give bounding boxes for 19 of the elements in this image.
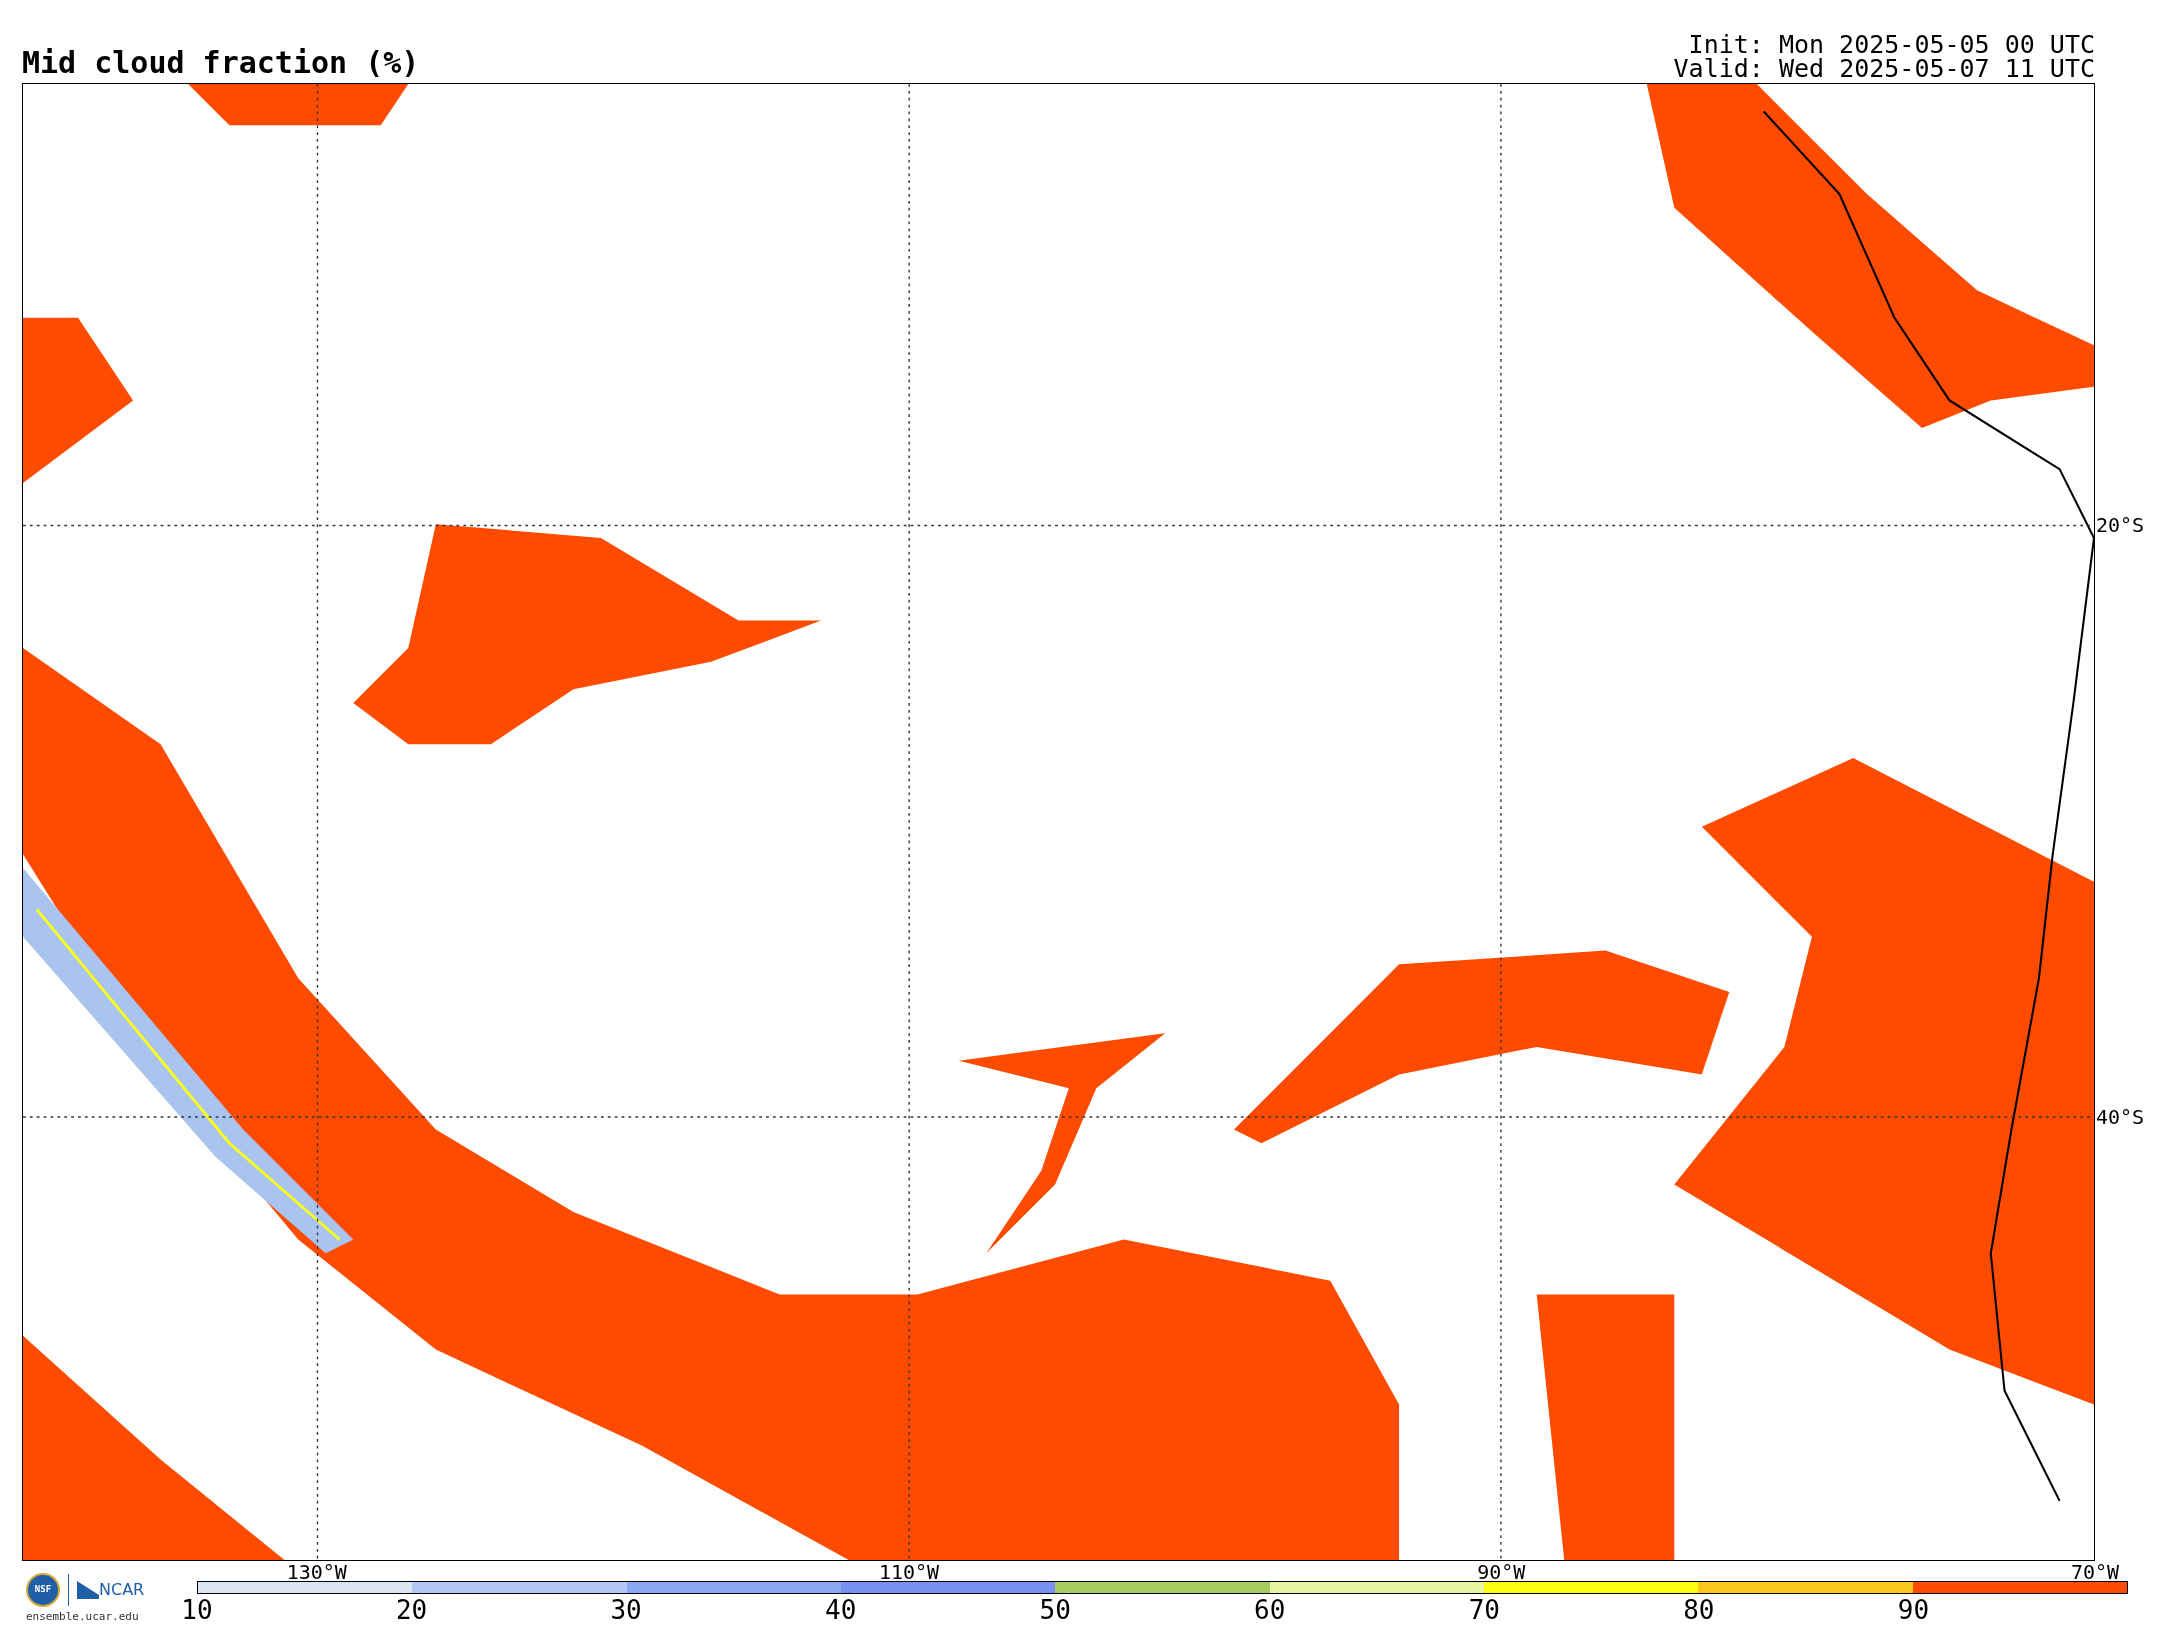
run-info-text: Init: Mon 2025-05-05 00 UTC xyxy=(1688,33,2095,57)
longitude-label: 90°W xyxy=(1477,1561,1526,1583)
longitude-label: 110°W xyxy=(878,1561,940,1583)
color-scale-label: 50 xyxy=(1039,1596,1071,1624)
longitude-label: 70°W xyxy=(2070,1561,2120,1583)
chart-title: Mid cloud fraction (%) xyxy=(22,45,420,81)
color-scale-label: 90 xyxy=(1897,1596,1930,1624)
run-info-text: Valid: Wed 2025-05-07 11 UTC xyxy=(1673,57,2095,81)
color-scale-label: 80 xyxy=(1683,1596,1715,1624)
color-scale-label: 40 xyxy=(825,1596,857,1624)
nsf-logo: NSF xyxy=(26,1573,60,1607)
color-scale-label: 60 xyxy=(1254,1596,1286,1624)
ncar-logo: NCAR xyxy=(77,1578,145,1602)
color-scale-label: 10 xyxy=(181,1596,213,1624)
color-scale-label: 20 xyxy=(395,1596,428,1624)
color-scale-label: 70 xyxy=(1468,1596,1500,1624)
website-text: ensemble.ucar.edu xyxy=(26,1609,139,1625)
color-scale-label: 30 xyxy=(610,1596,642,1624)
longitude-label: 130°W xyxy=(286,1561,347,1583)
